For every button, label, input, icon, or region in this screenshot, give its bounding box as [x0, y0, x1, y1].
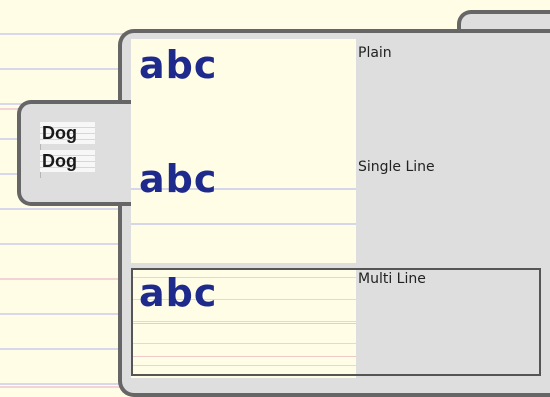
single-line-label: Single Line — [358, 159, 435, 175]
plain-sample-text: abc — [139, 43, 218, 87]
line-style-options: abc Plain abc Single Line abc Multi Line — [131, 39, 550, 379]
plain-preview: abc — [131, 39, 356, 151]
option-plain[interactable]: abc Plain — [131, 39, 550, 151]
multi-line-preview: abc — [131, 268, 356, 378]
multi-line-label: Multi Line — [358, 271, 426, 287]
multi-line-pink-rule — [131, 323, 356, 324]
option-multi-line[interactable]: abc Multi Line — [131, 268, 550, 378]
tab-preview-text: Dog — [40, 122, 95, 144]
tab-preview-text: Dog — [40, 150, 95, 172]
tab-joiner — [118, 104, 128, 202]
multi-line-sample-text: abc — [139, 271, 218, 315]
option-single-line[interactable]: abc Single Line — [131, 151, 550, 263]
multi-line-pink-rule — [131, 356, 356, 357]
plain-label: Plain — [358, 45, 392, 61]
tab-preview[interactable]: Dog Dog — [40, 122, 95, 178]
single-line-sample-text: abc — [139, 157, 218, 201]
single-line-preview: abc — [131, 151, 356, 263]
